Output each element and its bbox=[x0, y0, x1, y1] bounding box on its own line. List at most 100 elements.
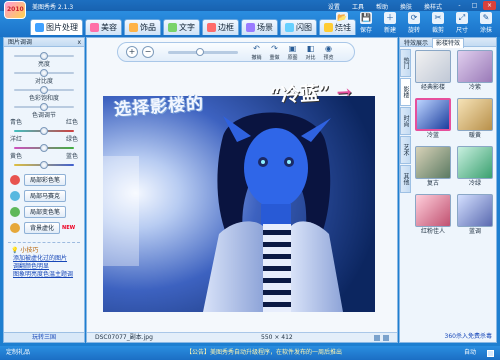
gift-link[interactable]: 定制礼品 bbox=[6, 346, 30, 360]
action-new-button[interactable]: ＋ 新建 bbox=[380, 12, 400, 34]
crop-icon: ✂ bbox=[432, 12, 444, 24]
brush-button[interactable]: 背景虚化 bbox=[24, 222, 61, 234]
effect-thumbnail bbox=[457, 50, 493, 83]
brush-button[interactable]: 局部变色笔 bbox=[24, 206, 67, 218]
tab-label: 闪图 bbox=[296, 23, 312, 32]
tab-3[interactable]: 文字 bbox=[163, 19, 200, 35]
tool-label: 撤销 bbox=[251, 55, 262, 61]
action-crop-button[interactable]: ✂ 裁剪 bbox=[428, 12, 448, 34]
status-bar: 定制礼品 【公告】美图秀秀自动升级程序，在软件发布的一周后推出 自动 bbox=[0, 346, 500, 360]
undo-icon: ↶ bbox=[253, 44, 260, 53]
brush-button[interactable]: 局部彩色笔 bbox=[24, 174, 67, 186]
original-button[interactable]: ▣ 原图 bbox=[284, 44, 301, 61]
zoom-out-icon[interactable]: − bbox=[142, 46, 154, 58]
saturation-slider[interactable] bbox=[14, 85, 74, 95]
undo-button[interactable]: ↶ 撤销 bbox=[248, 44, 265, 61]
main-toolbar: 图片处理 美容 饰品 文字 边框 场景 闪图 娃娃 📂 打开 💾 保存＋新建 ⟳ 旋转 ✂ 裁剪 ⤢ 尺寸 ✎ 涂抹 bbox=[0, 11, 500, 37]
minimize-button[interactable]: - bbox=[453, 1, 466, 10]
right-footer-link[interactable]: 360杀入免费杀毒 bbox=[400, 332, 496, 342]
tab-label: 美容 bbox=[101, 23, 117, 32]
effect-item[interactable]: 冷紫 bbox=[456, 50, 494, 94]
preview-icon: ◉ bbox=[325, 44, 332, 53]
compare-button[interactable]: ◧ 对比 bbox=[302, 44, 319, 61]
brush-button[interactable]: 局部马赛克 bbox=[24, 190, 67, 202]
tip-link-2[interactable]: 调翻颜色明显 bbox=[8, 263, 80, 271]
tip-link-1[interactable]: 添加被虚化过的图片 bbox=[8, 255, 80, 263]
action-open-folder-button[interactable]: 📂 打开 bbox=[332, 12, 352, 34]
menu-tools[interactable]: 工具 bbox=[352, 2, 364, 11]
effect-thumbnail bbox=[415, 50, 451, 83]
canvas-status: DSC07077_副本.jpg 550 × 412 bbox=[87, 332, 397, 342]
color-adjust-slider[interactable] bbox=[14, 102, 74, 112]
tab-6[interactable]: 闪图 bbox=[280, 19, 317, 35]
menu-help[interactable]: 帮助 bbox=[376, 2, 388, 11]
tips-title-text: 小技巧 bbox=[20, 247, 39, 254]
tab-1[interactable]: 美容 bbox=[85, 19, 122, 35]
left-footer-link[interactable]: 玩转三国 bbox=[4, 332, 84, 342]
effect-item[interactable]: 红粉佳人 bbox=[414, 194, 452, 238]
action-rotate-button[interactable]: ⟳ 旋转 bbox=[404, 12, 424, 34]
magenta-label: 洋红 bbox=[10, 136, 23, 143]
actual-size-icon[interactable] bbox=[383, 335, 389, 341]
auto-checkbox[interactable] bbox=[487, 350, 494, 357]
zoom-in-icon[interactable]: + bbox=[126, 46, 138, 58]
announcement-text[interactable]: 【公告】美图秀秀自动升级程序，在软件发布的一周后推出 bbox=[186, 346, 342, 360]
effect-item[interactable]: 冷绿 bbox=[456, 146, 494, 190]
auto-label: 自动 bbox=[463, 349, 476, 356]
tab-label: 边框 bbox=[218, 23, 234, 32]
brightness-slider[interactable] bbox=[14, 51, 74, 61]
window-controls: - □ × bbox=[453, 1, 496, 10]
tab-2[interactable]: 饰品 bbox=[124, 19, 161, 35]
red-label: 红色 bbox=[65, 119, 78, 126]
effect-item[interactable]: 蓝调 bbox=[456, 194, 494, 238]
menu-style[interactable]: 换样式 bbox=[424, 2, 442, 11]
tab-effect-showcase[interactable]: 特效展示 bbox=[404, 40, 428, 47]
accessory-icon bbox=[129, 23, 138, 32]
saturation-label: 色彩饱和度 bbox=[28, 95, 59, 102]
tab-4[interactable]: 边框 bbox=[202, 19, 239, 35]
effect-item[interactable]: 经典影楼 bbox=[414, 50, 452, 94]
redo-icon: ↷ bbox=[271, 44, 278, 53]
tab-0[interactable]: 图片处理 bbox=[30, 19, 83, 35]
tip-link-3[interactable]: 图象明亮度色温主题调 bbox=[8, 271, 80, 279]
new-icon: ＋ bbox=[384, 12, 396, 24]
effect-item[interactable]: 复古 bbox=[414, 146, 452, 190]
redo-button[interactable]: ↷ 重做 bbox=[266, 44, 283, 61]
edited-photo bbox=[103, 96, 375, 312]
effect-item[interactable]: 暖黄 bbox=[456, 98, 494, 142]
action-save-button[interactable]: 💾 保存 bbox=[356, 12, 376, 34]
effect-category-tab[interactable]: 艺术 bbox=[400, 136, 411, 164]
cyan-red-slider[interactable] bbox=[14, 126, 74, 136]
action-label: 涂抹 bbox=[479, 27, 492, 34]
tab-studio-effects[interactable]: 影楼特效 bbox=[431, 38, 464, 48]
action-resize-button[interactable]: ⤢ 尺寸 bbox=[452, 12, 472, 34]
effect-category-tab[interactable]: 时尚 bbox=[400, 107, 411, 135]
effect-label: 冷蓝 bbox=[426, 132, 439, 139]
preview-button[interactable]: ◉ 预览 bbox=[320, 44, 337, 61]
effect-item[interactable]: 冷蓝 bbox=[414, 98, 452, 142]
magenta-green-slider[interactable] bbox=[14, 143, 74, 153]
panel-close-icon[interactable]: x bbox=[77, 38, 81, 47]
contrast-slider[interactable] bbox=[14, 68, 74, 78]
adjust-panel-title: 图片调调 bbox=[8, 39, 33, 46]
zoom-slider[interactable] bbox=[168, 48, 238, 56]
open-folder-icon: 📂 bbox=[336, 12, 348, 24]
effect-label: 复古 bbox=[426, 180, 439, 187]
arrow-icon: → bbox=[336, 81, 353, 104]
action-label: 裁剪 bbox=[431, 27, 444, 34]
menu-settings[interactable]: 设置 bbox=[328, 2, 340, 11]
close-button[interactable]: × bbox=[483, 1, 496, 10]
effect-category-tab[interactable]: 热门 bbox=[400, 49, 411, 77]
frame-icon bbox=[207, 23, 216, 32]
yellow-blue-slider[interactable] bbox=[14, 160, 74, 170]
effect-category-tab[interactable]: 影楼 bbox=[400, 78, 411, 106]
brightness-label: 亮度 bbox=[37, 61, 50, 68]
action-smudge-button[interactable]: ✎ 涂抹 bbox=[476, 12, 496, 34]
effect-category-tab[interactable]: 其他 bbox=[400, 165, 411, 193]
fit-icon[interactable] bbox=[374, 335, 380, 341]
maximize-button[interactable]: □ bbox=[468, 1, 481, 10]
blue-label: 蓝色 bbox=[65, 153, 78, 160]
menu-skin[interactable]: 换肤 bbox=[400, 2, 412, 11]
tab-label: 饰品 bbox=[140, 23, 156, 32]
tab-5[interactable]: 场景 bbox=[241, 19, 278, 35]
